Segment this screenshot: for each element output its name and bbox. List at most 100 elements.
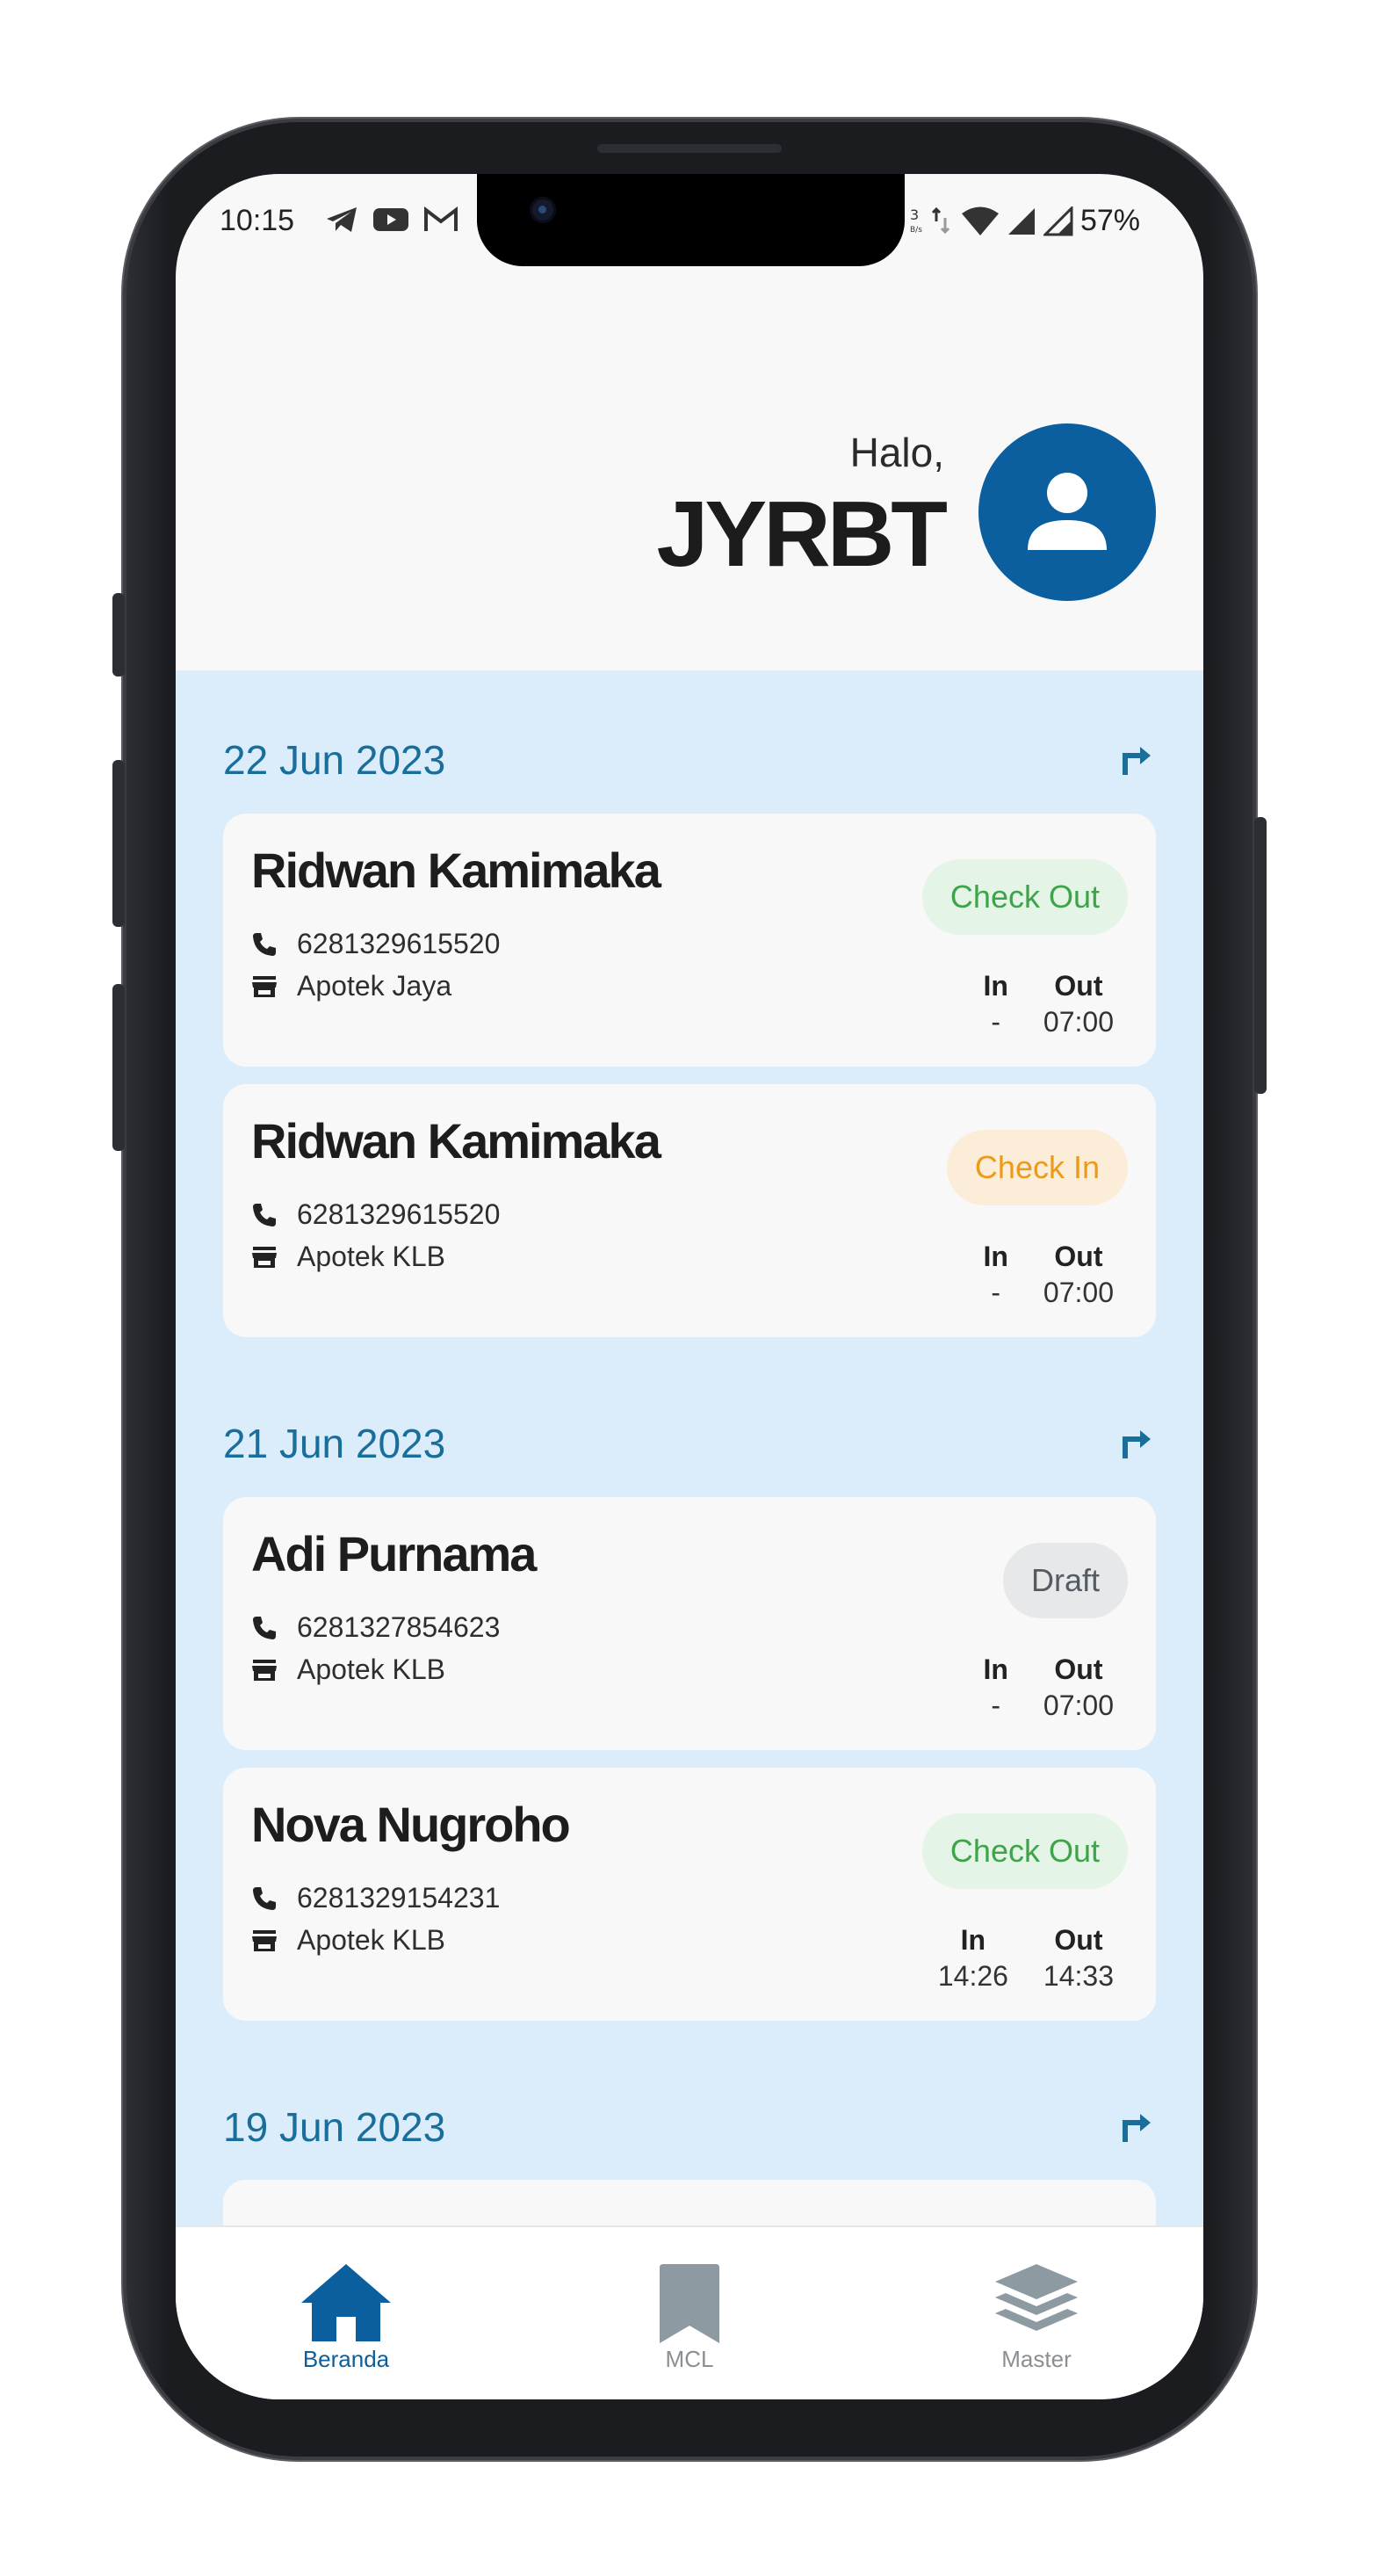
visit-name: Ridwan Kamimaka — [251, 1113, 661, 1169]
out-time: 07:00 — [1043, 1690, 1114, 1721]
share-arrow-icon[interactable] — [1117, 1423, 1156, 1462]
signal-icon — [1007, 207, 1035, 235]
app-screen: 10:15 3 B/s 57% Halo, JYRBT 22 Jun 2023 — [176, 174, 1203, 2399]
nav-label-master: Master — [1001, 2346, 1072, 2372]
visit-phone: 6281329615520 — [297, 928, 501, 959]
visit-store: Apotek KLB — [297, 1924, 445, 1956]
out-label: Out — [1054, 1241, 1103, 1272]
telegram-icon — [327, 207, 357, 232]
data-speed-icon: 3 B/s — [910, 206, 949, 235]
person-icon — [1028, 473, 1107, 550]
bookmark-icon — [660, 2264, 719, 2343]
nav-label-mcl: MCL — [665, 2346, 714, 2372]
in-label: In — [983, 970, 1008, 1002]
date-label: 21 Jun 2023 — [223, 1421, 446, 1466]
nav-label-beranda: Beranda — [302, 2346, 390, 2372]
out-time: 07:00 — [1043, 1277, 1114, 1308]
svg-text:3: 3 — [910, 206, 919, 223]
out-time: 07:00 — [1043, 1006, 1114, 1038]
in-out-times: In Out - 07:00 — [983, 1653, 1114, 1722]
in-time: - — [991, 1006, 1001, 1038]
speaker-grille — [597, 144, 782, 153]
visit-store-row: Apotek KLB — [251, 1241, 445, 1273]
status-badge: Check In — [946, 1130, 1128, 1205]
bottom-navigation: Beranda MCL Master — [176, 2225, 1203, 2399]
home-icon — [301, 2264, 391, 2341]
store-icon — [252, 1929, 277, 1951]
nav-item-master[interactable]: Master — [949, 2261, 1124, 2373]
camera-notch — [477, 174, 905, 266]
in-time: - — [991, 1690, 1001, 1721]
status-badge: Draft — [1002, 1543, 1128, 1618]
nav-item-mcl[interactable]: MCL — [602, 2261, 777, 2373]
nav-item-beranda[interactable]: Beranda — [258, 2261, 434, 2373]
visit-store-row: Apotek KLB — [251, 1924, 445, 1957]
wifi-icon — [961, 206, 999, 235]
user-name: JYRBT — [656, 482, 948, 586]
phone-icon — [253, 932, 276, 956]
in-label: In — [983, 1241, 1008, 1272]
volume-down-button — [112, 984, 125, 1151]
layers-icon — [995, 2264, 1078, 2331]
in-time: - — [991, 1277, 1001, 1308]
visit-card[interactable]: Adi Purnama 6281327854623 Apotek KLB Dra… — [223, 1497, 1156, 1750]
status-badge: Check Out — [921, 1813, 1128, 1889]
gmail-icon — [424, 206, 458, 231]
volume-up-button — [112, 760, 125, 927]
battery-level: 57% — [1079, 204, 1140, 237]
store-icon — [252, 1246, 277, 1268]
share-arrow-icon[interactable] — [1117, 740, 1156, 778]
date-label: 22 Jun 2023 — [223, 737, 446, 783]
visit-phone: 6281327854623 — [297, 1611, 501, 1643]
visit-phone-row: 6281329615520 — [251, 928, 500, 960]
visit-card[interactable]: Ridwan Kamimaka 6281329615520 Apotek Jay… — [223, 814, 1156, 1067]
notification-icons — [325, 206, 458, 234]
out-time: 14:33 — [1043, 1960, 1114, 1992]
date-label: 19 Jun 2023 — [223, 2104, 446, 2150]
signal-icon-2 — [1043, 206, 1073, 235]
visit-phone: 6281329615520 — [297, 1198, 501, 1230]
visit-phone-row: 6281329615520 — [251, 1198, 500, 1231]
in-label: In — [960, 1924, 986, 1956]
in-time: 14:26 — [937, 1960, 1008, 1992]
visit-name: Adi Purnama — [251, 1526, 537, 1581]
avatar[interactable] — [978, 423, 1156, 601]
visit-phone: 6281329154231 — [297, 1882, 501, 1914]
power-button — [1254, 817, 1267, 1094]
date-group-header: 19 Jun 2023 — [223, 2103, 1156, 2156]
system-status-icons: 3 B/s 57% — [910, 204, 1140, 238]
visit-store: Apotek Jaya — [297, 970, 452, 1002]
visit-store: Apotek KLB — [297, 1653, 445, 1685]
visit-list: 22 Jun 2023 Ridwan Kamimaka 628132961552… — [176, 670, 1203, 2225]
visit-store-row: Apotek Jaya — [251, 970, 451, 1002]
store-icon — [252, 1659, 277, 1681]
visit-name: Nova Nugroho — [251, 1797, 571, 1852]
date-group-header: 22 Jun 2023 — [223, 736, 1156, 789]
status-badge: Check Out — [921, 859, 1128, 935]
visit-card-partial[interactable] — [223, 2180, 1156, 2225]
visit-store-row: Apotek KLB — [251, 1653, 445, 1686]
share-arrow-icon[interactable] — [1117, 2107, 1156, 2145]
visit-card[interactable]: Ridwan Kamimaka 6281329615520 Apotek KLB… — [223, 1084, 1156, 1337]
store-icon — [252, 975, 277, 997]
visit-card[interactable]: Nova Nugroho 6281329154231 Apotek KLB Ch… — [223, 1768, 1156, 2021]
visit-name: Ridwan Kamimaka — [251, 843, 661, 898]
greeting-text: Halo, — [849, 430, 944, 475]
visit-phone-row: 6281329154231 — [251, 1882, 500, 1914]
visit-store: Apotek KLB — [297, 1241, 445, 1272]
mute-switch — [112, 593, 125, 677]
front-camera — [530, 197, 556, 223]
out-label: Out — [1054, 970, 1103, 1002]
svg-text:B/s: B/s — [910, 226, 922, 235]
phone-icon — [253, 1886, 276, 1910]
in-label: In — [983, 1653, 1008, 1685]
in-out-times: In Out - 07:00 — [983, 970, 1114, 1038]
out-label: Out — [1054, 1924, 1103, 1956]
phone-icon — [253, 1203, 276, 1226]
phone-icon — [253, 1616, 276, 1639]
out-label: Out — [1054, 1653, 1103, 1685]
in-out-times: In Out - 07:00 — [983, 1241, 1114, 1309]
status-time: 10:15 — [220, 204, 295, 237]
youtube-icon — [373, 208, 408, 231]
in-out-times: In Out 14:26 14:33 — [938, 1924, 1114, 1993]
